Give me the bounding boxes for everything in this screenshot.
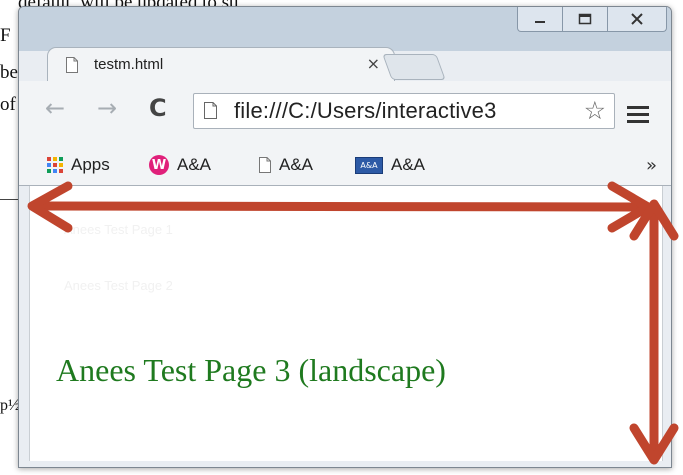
window-controls <box>517 7 667 32</box>
title-bar <box>19 7 671 51</box>
restore-button[interactable] <box>562 7 608 32</box>
bookmark-star-icon[interactable]: ☆ <box>584 96 606 125</box>
minimize-button[interactable] <box>517 7 563 32</box>
bookmark-label: A&A <box>177 155 212 174</box>
page-viewport: Anees Test Page 1 Anees Test Page 2 Anee… <box>29 186 663 461</box>
tab-title: testm.html <box>94 56 164 73</box>
page-icon <box>259 157 271 173</box>
tab-close-icon[interactable]: × <box>367 54 380 73</box>
bookmarks-overflow-icon[interactable]: » <box>646 155 657 176</box>
close-button[interactable] <box>607 7 667 32</box>
page-heading: Anees Test Page 3 (landscape) <box>56 352 446 388</box>
close-icon <box>631 13 643 25</box>
bookmark-label: Apps <box>71 155 110 174</box>
bookmark-aa-1[interactable]: W A&A <box>149 155 211 175</box>
minimize-icon <box>535 21 545 23</box>
bookmark-aa-3[interactable]: A&A A&A <box>355 155 425 175</box>
forward-icon[interactable]: → <box>97 95 117 121</box>
page-icon <box>66 57 78 73</box>
address-bar[interactable]: file:///C:/Users/interactive3 ☆ <box>193 93 615 129</box>
bookmarks-bar: Apps W A&A A&A A&A A&A » <box>19 147 671 186</box>
aa-logo-icon: A&A <box>355 156 383 174</box>
toolbar: ← → C file:///C:/Users/interactive3 ☆ <box>19 81 671 147</box>
background-text-line-4: of <box>0 94 16 115</box>
reload-icon[interactable]: C <box>149 95 167 121</box>
tab-testm[interactable]: testm.html × <box>47 47 395 82</box>
background-text-fragment: p½ <box>0 397 20 414</box>
bookmark-aa-2[interactable]: A&A <box>259 155 313 175</box>
faint-page-line-2: Anees Test Page 2 <box>64 278 173 293</box>
menu-icon[interactable] <box>627 106 651 124</box>
bookmark-label: A&A <box>279 155 314 174</box>
faint-page-line-1: Anees Test Page 1 <box>64 222 173 237</box>
bookmark-apps[interactable]: Apps <box>47 155 110 175</box>
w-logo-icon: W <box>149 155 169 175</box>
new-tab-button[interactable] <box>382 54 446 80</box>
browser-window: testm.html × ← → C file:///C:/Users/inte… <box>18 6 672 468</box>
bookmark-label: A&A <box>391 155 426 174</box>
background-text-line-3: be <box>0 62 18 83</box>
page-info-icon <box>204 102 217 119</box>
restore-icon <box>578 13 592 25</box>
apps-grid-icon <box>47 157 63 173</box>
back-icon[interactable]: ← <box>45 95 65 121</box>
url-text[interactable]: file:///C:/Users/interactive3 <box>234 98 564 124</box>
background-text-line-2: F <box>0 25 11 46</box>
